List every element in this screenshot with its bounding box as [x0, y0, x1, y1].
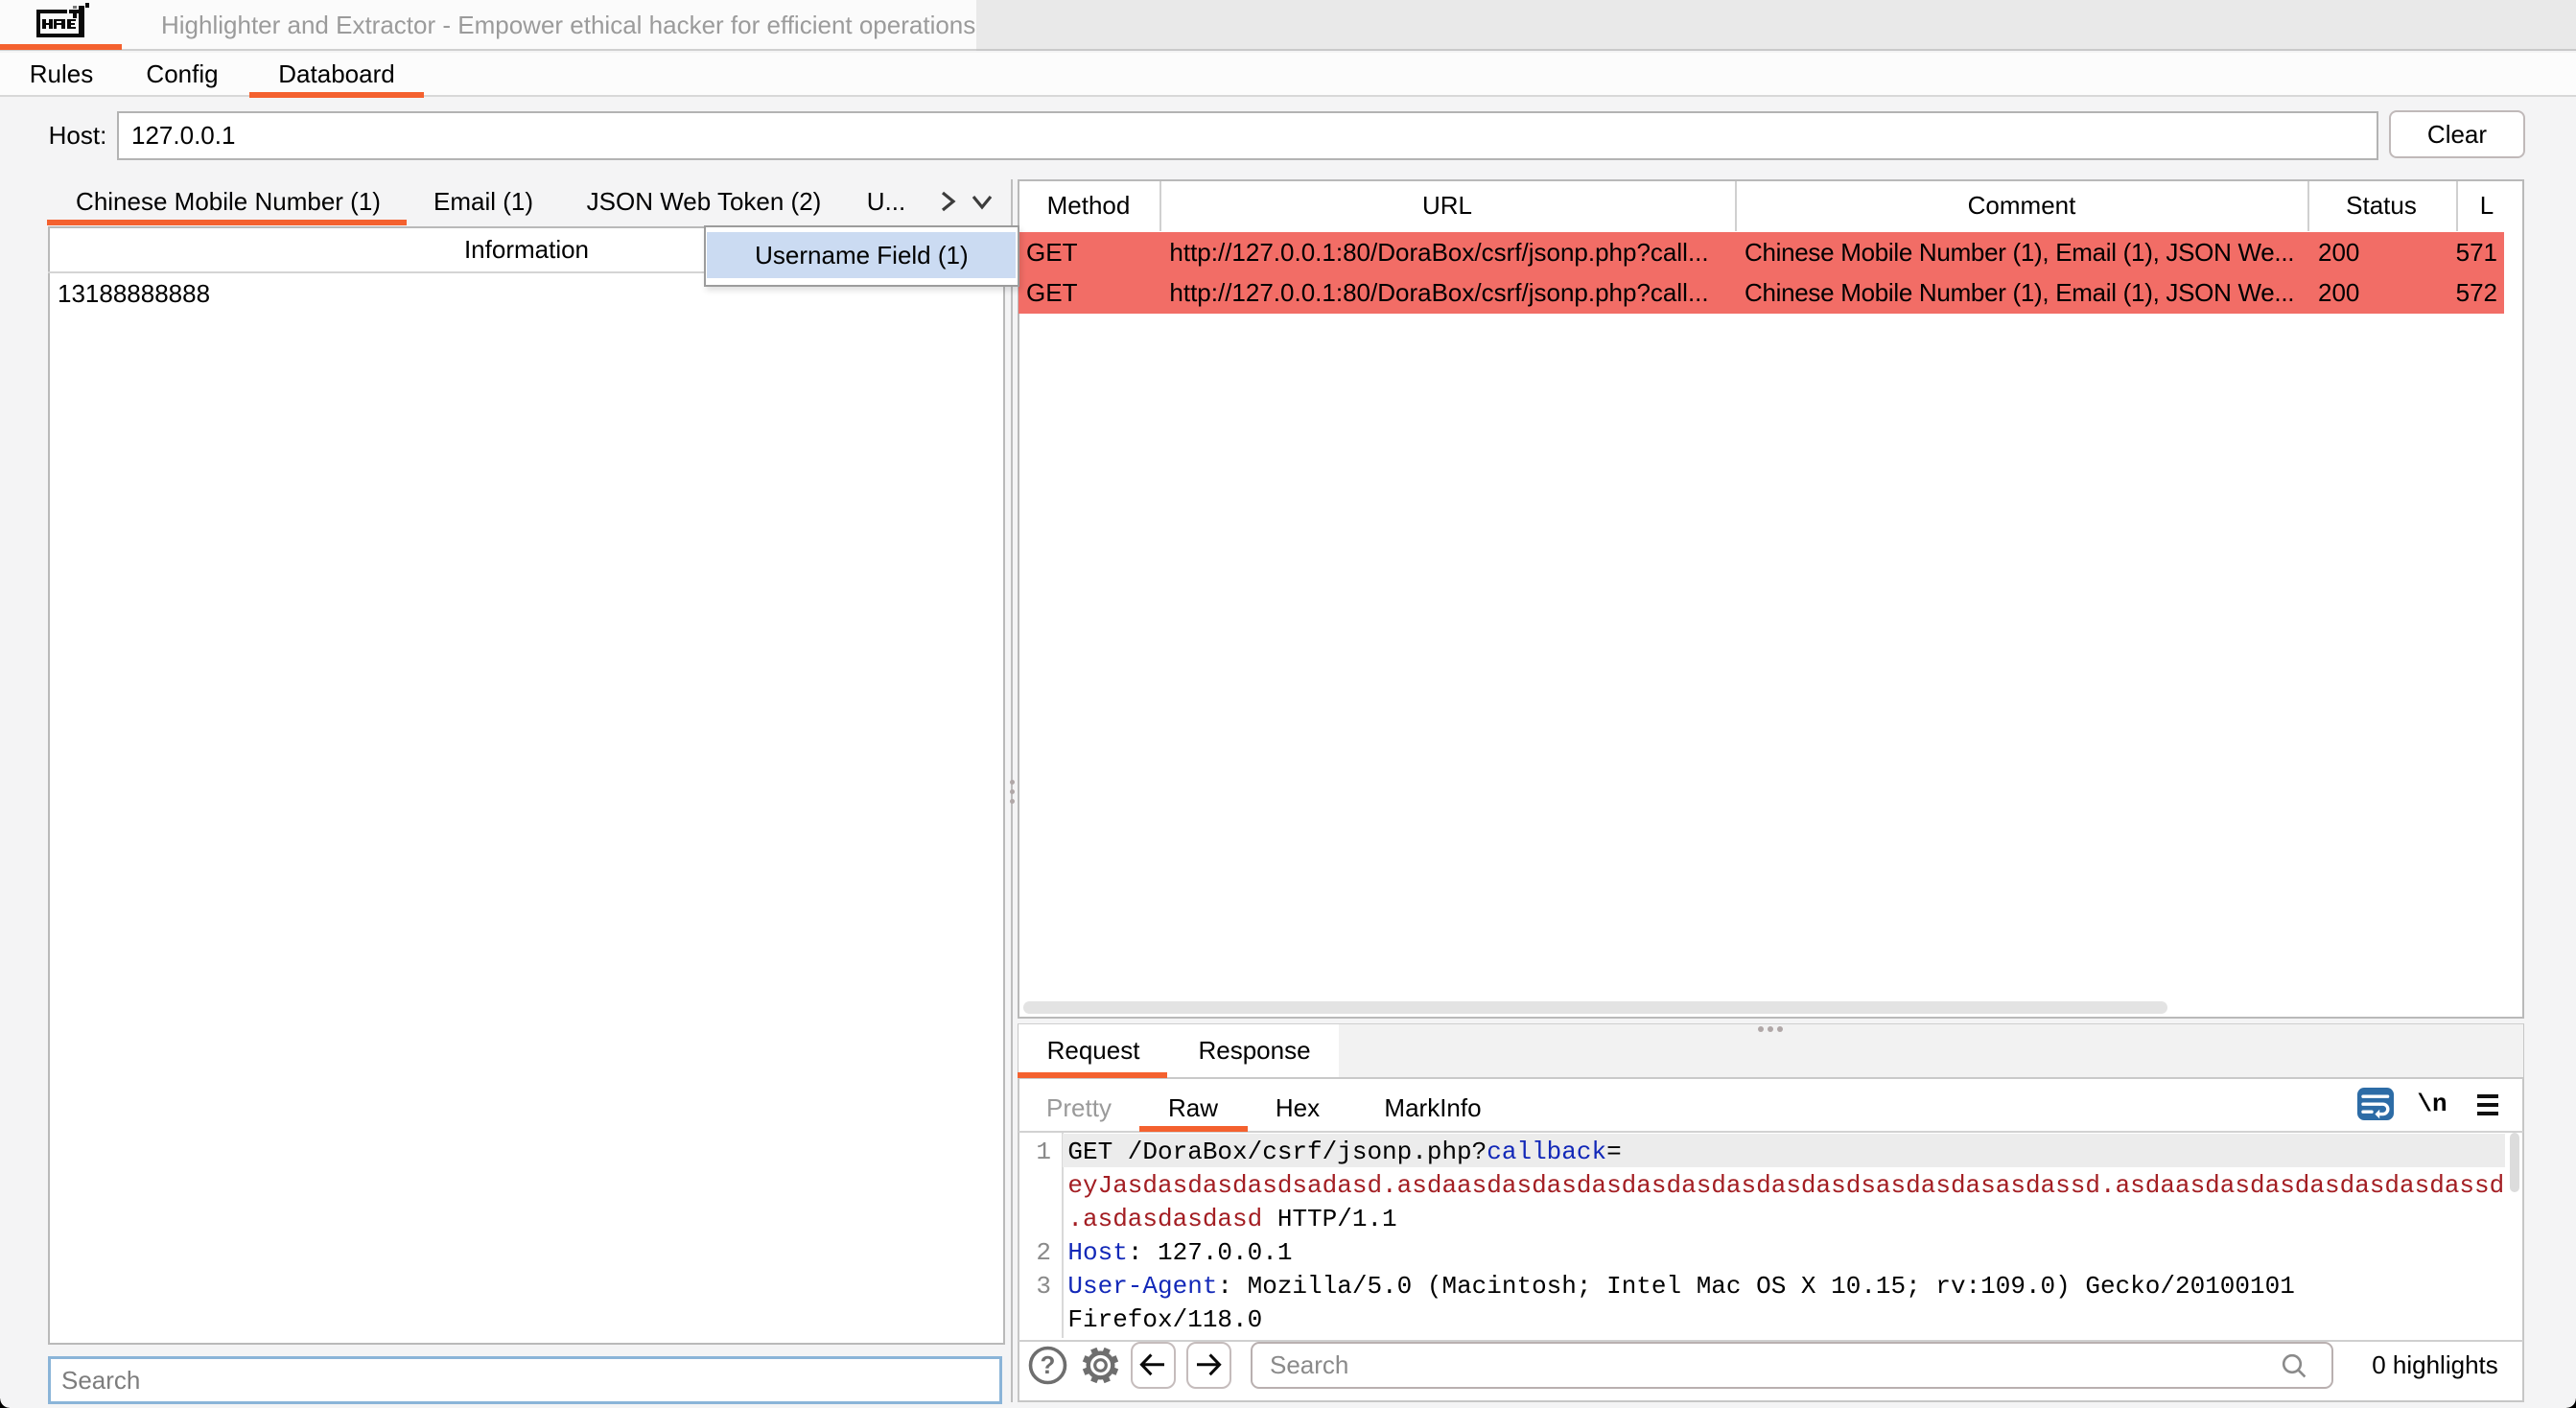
svg-text:?: ? — [1041, 1350, 1056, 1379]
